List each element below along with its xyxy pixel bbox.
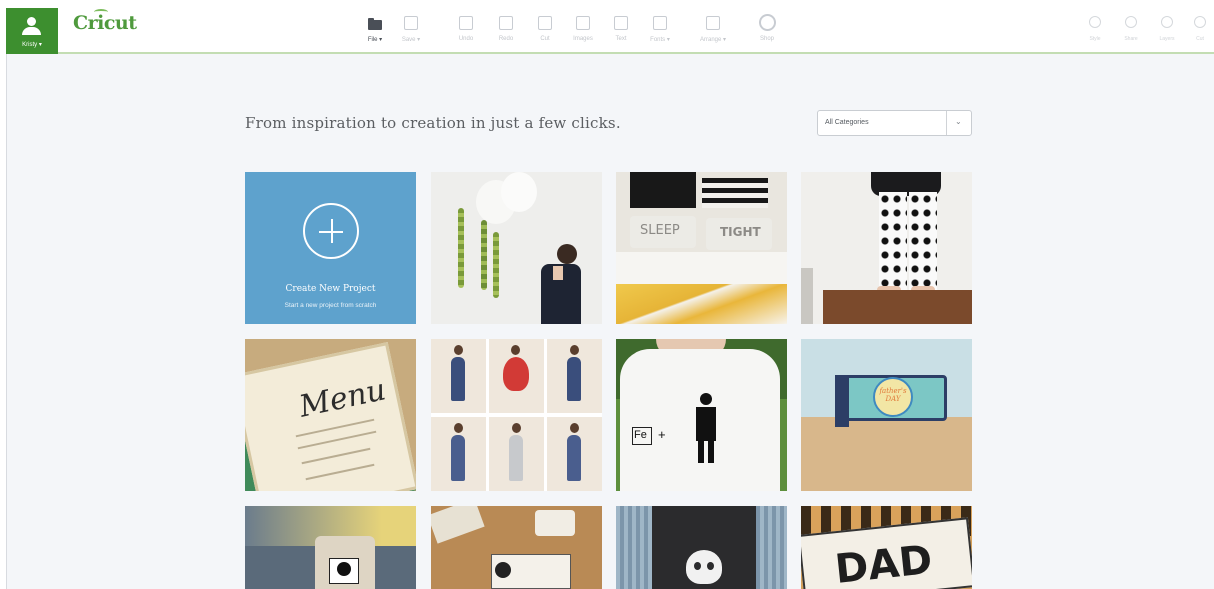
shop-button[interactable]: Shop [749,14,785,50]
app-canvas [6,8,1214,589]
cut-button[interactable]: Cut [527,16,563,50]
page-headline: From inspiration to creation in just a f… [245,114,621,132]
text-button[interactable]: Text [603,16,639,50]
project-tile-skull-apron[interactable] [616,506,787,589]
redo-button[interactable]: Redo [488,16,524,50]
plus-icon [303,203,359,259]
create-tile-subtitle: Start a new project from scratch [284,302,377,309]
cut-right-button[interactable]: Cut [1186,16,1214,50]
share-icon [1125,16,1137,28]
image-icon [576,16,590,30]
undo-icon [459,16,473,30]
project-tile-dad-sign[interactable]: DAD [801,506,972,589]
cricut-logo[interactable]: Cricut [73,12,137,34]
project-tile-fathers-day-card[interactable]: father's DAY [801,339,972,491]
undo-button[interactable]: Undo [448,16,484,50]
category-select[interactable]: All Categories ⌄ [817,110,972,136]
project-tile-fe-shirt[interactable]: Fe + [616,339,787,491]
arrange-button[interactable]: Arrange ▾ [695,16,731,50]
fonts-button[interactable]: Fonts ▾ [642,16,678,50]
project-tile-skull-jar[interactable] [245,506,416,589]
create-tile-title: Create New Project [285,284,376,294]
project-tile-poison-kit[interactable] [431,506,602,589]
font-icon [653,16,667,30]
save-button[interactable]: Save ▾ [393,16,429,50]
redo-icon [499,16,513,30]
style-button[interactable]: Style [1081,16,1109,50]
project-tile-leggings[interactable] [801,172,972,324]
project-tile-dress-collage[interactable] [431,339,602,491]
project-tile-menu[interactable]: Menu [245,339,416,491]
cricut-machine-icon [1194,16,1206,28]
images-button[interactable]: Images [565,16,601,50]
shop-icon [759,14,776,31]
brush-icon [1089,16,1101,28]
create-new-project-tile[interactable]: Create New Project Start a new project f… [245,172,416,324]
category-select-value: All Categories [825,119,869,126]
layers-button[interactable]: Layers [1153,16,1181,50]
project-tile-balloons[interactable] [431,172,602,324]
user-menu-button[interactable]: Kristy ▾ [6,8,58,54]
arrange-icon [706,16,720,30]
user-name: Kristy ▾ [22,42,42,48]
user-icon [27,17,36,26]
folder-icon [368,16,382,30]
file-button[interactable]: File ▾ [357,16,393,50]
text-icon [614,16,628,30]
chevron-down-icon: ⌄ [955,117,962,126]
layers-icon [1161,16,1173,28]
save-icon [404,16,418,30]
cut-icon [538,16,552,30]
share-button[interactable]: Share [1117,16,1145,50]
project-tile-sleep-tight[interactable]: SLEEP TIGHT [616,172,787,324]
